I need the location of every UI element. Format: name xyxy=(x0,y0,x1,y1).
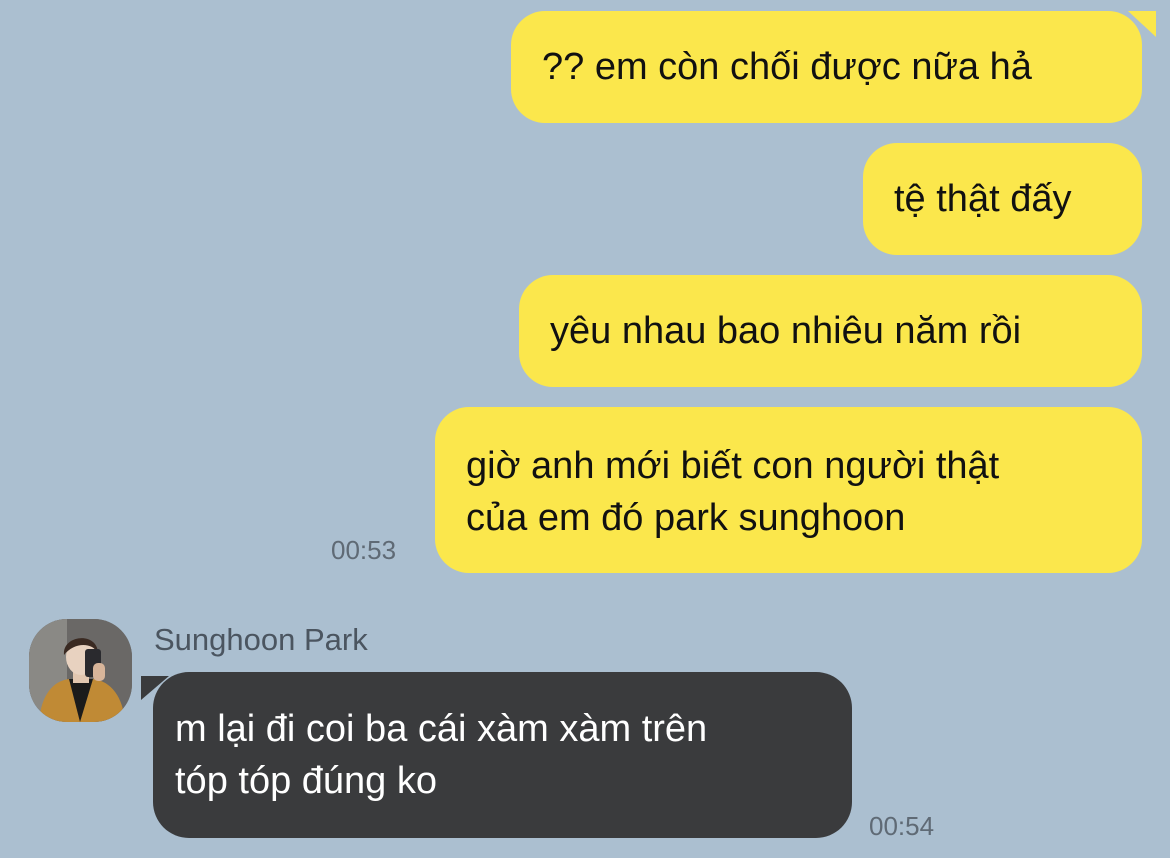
outgoing-message[interactable]: ?? em còn chối được nữa hả xyxy=(511,11,1156,123)
bubble-tail xyxy=(1128,11,1156,37)
incoming-message[interactable]: m lại đi coi ba cái xàm xàm trên tóp tóp… xyxy=(141,672,852,838)
outgoing-message[interactable]: tệ thật đấy xyxy=(863,143,1142,255)
outgoing-message[interactable]: giờ anh mới biết con người thật của em đ… xyxy=(435,407,1142,573)
incoming-timestamp: 00:54 xyxy=(869,811,935,841)
profile-photo-icon xyxy=(29,619,132,722)
message-text: ?? em còn chối được nữa hả xyxy=(542,46,1032,88)
message-text: tệ thật đấy xyxy=(894,178,1072,220)
message-text-line-1: m lại đi coi ba cái xàm xàm trên xyxy=(175,708,708,750)
bubble-tail xyxy=(141,676,169,700)
outgoing-message[interactable]: yêu nhau bao nhiêu năm rồi xyxy=(519,275,1142,387)
sender-name: Sunghoon Park xyxy=(154,622,368,657)
message-text-line-2: tóp tóp đúng ko xyxy=(175,760,437,802)
message-text-line-1: giờ anh mới biết con người thật xyxy=(466,445,1000,487)
avatar[interactable] xyxy=(29,619,132,722)
message-text-line-2: của em đó park sunghoon xyxy=(466,497,906,539)
message-text: yêu nhau bao nhiêu năm rồi xyxy=(550,310,1022,352)
outgoing-timestamp: 00:53 xyxy=(331,535,397,565)
